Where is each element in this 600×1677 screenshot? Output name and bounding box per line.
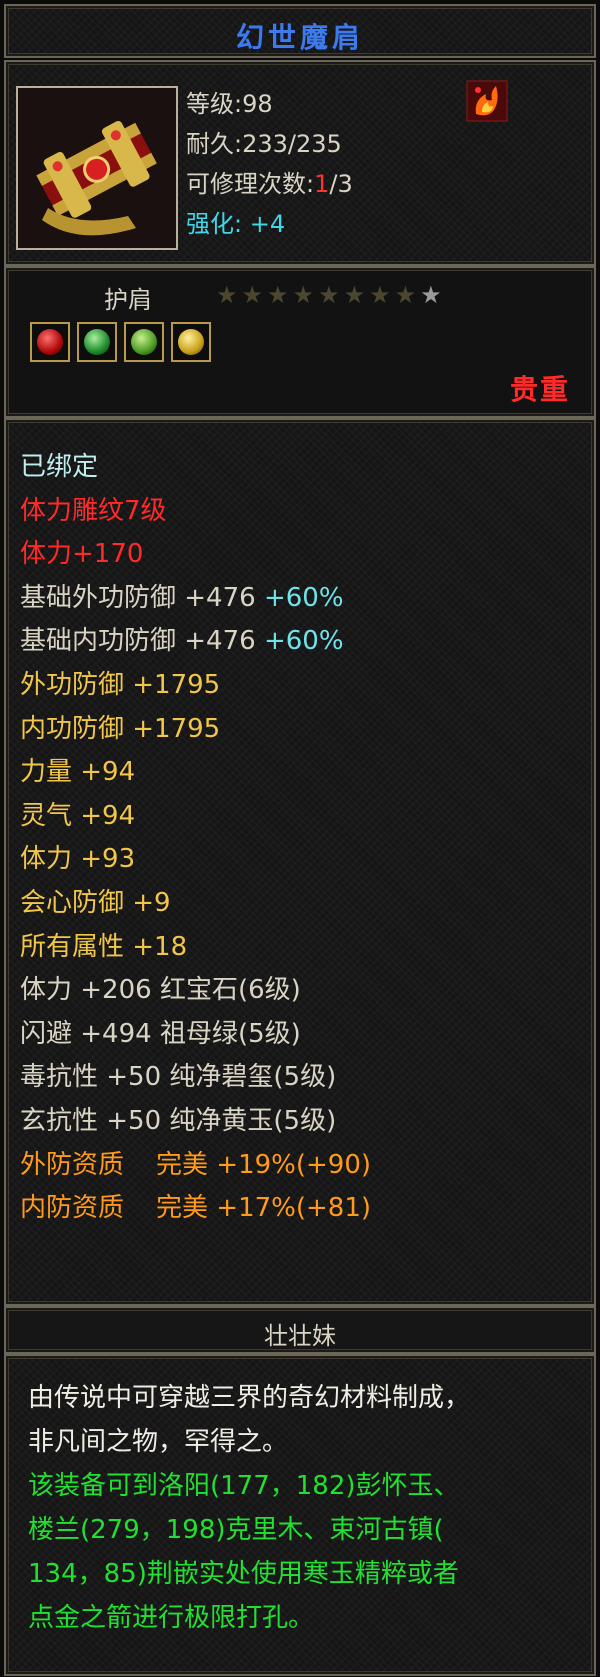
item-repair-count: 可修理次数:1/3 (186, 164, 353, 199)
gem-attribute-row: 体力 +206 红宝石(6级) (20, 975, 301, 1006)
star-icon: ★ (369, 281, 391, 309)
description-line: 由传说中可穿越三界的奇幻材料制成， (28, 1383, 471, 1413)
attribute-row: 会心防御 +9 (20, 887, 171, 918)
description-line: 楼兰(279，198)克里木、束河古镇( (28, 1515, 444, 1545)
ruby-gem-icon (30, 322, 70, 362)
attribute-row: 体力雕纹7级 (20, 495, 167, 526)
star-icon: ★ (318, 281, 340, 309)
attribute-row: 灵气 +94 (20, 800, 136, 831)
gem-attribute-row: 玄抗性 +50 纯净黄玉(5级) (20, 1105, 337, 1136)
star-rating: ★ ★ ★ ★ ★ ★ ★ ★ ★ (216, 282, 442, 308)
attribute-bonus: +60% (263, 626, 344, 657)
enhance-label: 强化: (186, 210, 243, 238)
attribute-row: 基础内功防御 +476 +60% (20, 620, 371, 664)
attribute-row: 体力+170 (20, 539, 144, 570)
item-quality: 贵重 (509, 373, 570, 406)
attribute-row: 内功防御 +1795 (20, 713, 221, 744)
repair-used: 1 (314, 170, 330, 198)
item-durability: 耐久:233/235 (186, 124, 342, 159)
aptitude-row: 外防资质 完美 +19%(+90) (20, 1144, 371, 1188)
category-panel: 护肩 ★ ★ ★ ★ ★ ★ ★ ★ ★ 贵重 (4, 266, 596, 418)
item-level: 等级:98 (186, 90, 273, 118)
bound-status: 已绑定 (20, 452, 99, 482)
description-line: 点金之箭进行极限打孔。 (28, 1603, 315, 1633)
item-tooltip: 幻世魔肩 等级:98 耐久:233/235 可修理次数:1/3 强化: +4 护… (0, 0, 600, 1677)
attribute-text: 基础内功防御 +476 (20, 626, 256, 657)
maker-panel: 壮壮妹 (4, 1306, 596, 1354)
item-info-panel: 等级:98 耐久:233/235 可修理次数:1/3 强化: +4 (4, 60, 596, 266)
aptitude-label: 内防资质 (20, 1193, 125, 1224)
attribute-row: 体力 +93 (20, 844, 136, 875)
gem-sockets (30, 322, 211, 362)
attribute-text: 基础外功防御 +476 (20, 582, 256, 613)
description-line: 非凡间之物，罕得之。 (28, 1427, 289, 1457)
flame-icon (466, 80, 508, 122)
description-panel: 由传说中可穿越三界的奇幻材料制成， 非凡间之物，罕得之。 该装备可到洛阳(177… (4, 1354, 596, 1676)
gem-attribute-row: 毒抗性 +50 纯净碧玺(5级) (20, 1062, 337, 1093)
yellow-jade-gem-icon (171, 322, 211, 362)
enhance-value: +4 (249, 210, 286, 238)
description-line: 该装备可到洛阳(177，182)彭怀玉、 (28, 1471, 460, 1501)
emerald-gem-icon (77, 322, 117, 362)
description-text: 由传说中可穿越三界的奇幻材料制成， 非凡间之物，罕得之。 该装备可到洛阳(177… (28, 1376, 588, 1640)
description-line: 134，85)荆嵌实处使用寒玉精粹或者 (28, 1559, 459, 1589)
star-icon: ★ (267, 281, 289, 309)
aptitude-row: 内防资质 完美 +17%(+81) (20, 1187, 371, 1231)
item-enhance: 强化: +4 (186, 204, 285, 239)
attribute-list: 已绑定 体力雕纹7级 体力+170 基础外功防御 +476 +60% 基础内功防… (20, 446, 371, 1231)
attribute-row: 所有属性 +18 (20, 931, 188, 962)
attribute-row: 外功防御 +1795 (20, 669, 221, 700)
item-name: 幻世魔肩 (235, 21, 364, 54)
aptitude-label: 外防资质 (20, 1149, 125, 1180)
star-icon: ★ (343, 281, 366, 309)
durability-value: 233/235 (242, 130, 342, 158)
item-icon (16, 86, 178, 250)
attributes-panel: 已绑定 体力雕纹7级 体力+170 基础外功防御 +476 +60% 基础内功防… (4, 418, 596, 1306)
star-icon: ★ (394, 281, 417, 309)
maker-name: 壮壮妹 (264, 1322, 336, 1350)
repair-total: /3 (329, 170, 353, 198)
jade-gem-icon (124, 322, 164, 362)
star-icon: ★ (241, 281, 264, 309)
item-slot: 护肩 (104, 286, 152, 314)
star-icon: ★ (420, 281, 442, 309)
star-icon: ★ (292, 281, 315, 309)
gem-attribute-row: 闪避 +494 祖母绿(5级) (20, 1018, 301, 1049)
aptitude-value: 完美 +17%(+81) (156, 1193, 372, 1224)
attribute-row: 基础外功防御 +476 +60% (20, 577, 371, 621)
durability-label: 耐久: (186, 130, 243, 158)
attribute-bonus: +60% (263, 582, 344, 613)
repair-label: 可修理次数: (186, 170, 315, 198)
star-icon: ★ (216, 281, 238, 309)
attribute-row: 力量 +94 (20, 757, 136, 788)
title-bar: 幻世魔肩 (4, 4, 596, 58)
aptitude-value: 完美 +19%(+90) (156, 1149, 372, 1180)
